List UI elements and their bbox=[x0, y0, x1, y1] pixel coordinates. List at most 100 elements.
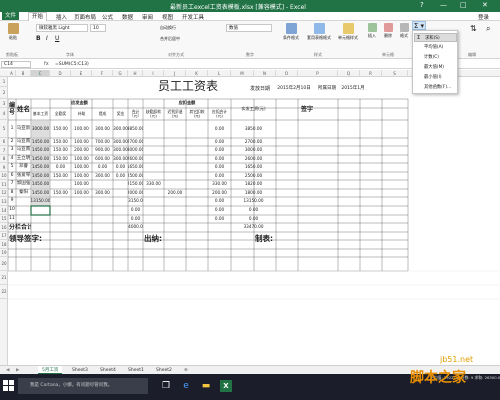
cell-value[interactable]: 2700.00 bbox=[231, 138, 276, 146]
cell-value[interactable]: 100.00 bbox=[71, 155, 92, 163]
period-value[interactable]: 2015年1月 bbox=[338, 85, 368, 93]
row-header-16[interactable]: 16 bbox=[0, 223, 8, 232]
paste-button[interactable]: 粘贴 bbox=[4, 23, 22, 41]
cell-value[interactable]: 1650.00 bbox=[231, 163, 276, 172]
column-header-n[interactable]: N bbox=[254, 70, 276, 77]
column-header-a[interactable]: A bbox=[8, 70, 16, 77]
cell-value[interactable]: 1450.00 bbox=[31, 172, 50, 180]
merge-center-button[interactable]: 合并后居中 bbox=[160, 36, 180, 42]
cell-value[interactable]: 2700.00 bbox=[128, 138, 143, 146]
worksheet[interactable]: 员工工资表 发放日期 2015年2月10日 所属日期 2015年1月 编号 姓名 应发金额 应扣… bbox=[8, 77, 500, 365]
cell-value[interactable]: 100.00 bbox=[71, 180, 92, 189]
sort-filter-icon[interactable]: ⇅ bbox=[470, 24, 477, 33]
file-explorer-icon[interactable]: ▬ bbox=[200, 380, 212, 392]
cortana-search[interactable]: 我是 Cortana，小娜。有问题尽管问我。 bbox=[18, 378, 148, 394]
cell-no[interactable]: 2 bbox=[8, 138, 16, 146]
cell-no[interactable]: 10 bbox=[8, 206, 16, 215]
header-no[interactable]: 编号 bbox=[8, 99, 16, 120]
autosum-item-4[interactable]: 最大值(M) bbox=[414, 63, 457, 72]
header-real-pay[interactable]: 实发工资(元) bbox=[231, 99, 276, 120]
menu-file[interactable]: 文件 bbox=[2, 12, 20, 20]
cell-value[interactable]: 0.00 bbox=[208, 120, 231, 138]
cell-value[interactable]: 3000.00 bbox=[231, 146, 276, 155]
cell-value[interactable]: 0.00 bbox=[50, 163, 71, 172]
row-header-8[interactable]: 8 bbox=[0, 155, 8, 163]
cell-name[interactable]: 郭国强 bbox=[16, 180, 31, 189]
cell-value[interactable]: 700.00 bbox=[92, 138, 113, 146]
cell-value[interactable]: 2000.00 bbox=[128, 189, 143, 197]
close-button[interactable]: ✕ bbox=[482, 1, 488, 9]
subheader-8[interactable]: 迟到早退(元) bbox=[164, 108, 186, 120]
header-sign[interactable]: 签字 bbox=[276, 99, 338, 120]
name-box[interactable]: C14 bbox=[1, 61, 31, 68]
subheader-5[interactable]: 奖金 bbox=[113, 108, 128, 120]
cell-value[interactable]: 300.00 bbox=[113, 146, 128, 155]
cell-value[interactable]: 1450.00 bbox=[31, 163, 50, 172]
active-cell[interactable] bbox=[30, 205, 51, 216]
subheader-9[interactable]: 其它扣款(元) bbox=[186, 108, 208, 120]
cell-value[interactable]: 3000.00 bbox=[31, 120, 50, 138]
cell-value[interactable]: 600.00 bbox=[92, 155, 113, 163]
row-header-6[interactable]: 6 bbox=[0, 138, 8, 146]
number-format-select[interactable]: 数值 bbox=[226, 24, 272, 32]
format-cells-button[interactable]: 格式 bbox=[398, 23, 410, 39]
header-pay-group[interactable]: 应发金额 bbox=[31, 99, 128, 108]
footer-cashier[interactable]: 出纳: bbox=[143, 232, 203, 245]
subheader-7[interactable]: 缺勤扣款(元) bbox=[143, 108, 164, 120]
cell-value[interactable]: 0.00 bbox=[231, 206, 276, 215]
column-header-h[interactable]: H bbox=[128, 70, 143, 77]
maximize-button[interactable]: □ bbox=[460, 1, 467, 9]
cell-value[interactable]: 13150.00 bbox=[128, 197, 143, 206]
cell-value[interactable]: 0.00 bbox=[208, 215, 231, 223]
autosum-item-3[interactable]: 计数(C) bbox=[414, 53, 457, 62]
header-name[interactable]: 姓名 bbox=[16, 99, 31, 120]
menu-page-layout[interactable]: 页面布局 bbox=[74, 13, 96, 21]
cell-value[interactable]: 1650.00 bbox=[128, 163, 143, 172]
cell-value[interactable]: 300.00 bbox=[113, 120, 128, 138]
cell-value[interactable]: 330.00 bbox=[208, 180, 231, 189]
row-header-21[interactable]: 21 bbox=[0, 271, 8, 285]
row-header-4[interactable]: 4 bbox=[0, 108, 8, 120]
italic-button[interactable]: I bbox=[46, 35, 48, 42]
cell-value[interactable]: 900.00 bbox=[92, 146, 113, 155]
column-header-p[interactable]: P bbox=[298, 70, 338, 77]
cell-value[interactable]: 1450.00 bbox=[31, 180, 50, 189]
menu-home[interactable]: 开始 bbox=[28, 12, 48, 21]
cell-value[interactable]: 150.00 bbox=[50, 189, 71, 197]
cell-value[interactable]: 0.00 bbox=[208, 155, 231, 163]
autosum-item-1[interactable]: Σ 求和(S) bbox=[414, 33, 457, 42]
cell-no[interactable]: 9 bbox=[8, 197, 16, 206]
cell-name[interactable]: 邓睿 bbox=[16, 163, 31, 172]
formula-input[interactable]: =SUM(C5:C13) bbox=[55, 61, 89, 68]
footer-leader[interactable]: 领导签字: bbox=[8, 232, 88, 245]
cell-value[interactable]: 300.00 bbox=[113, 138, 128, 146]
column-header-f[interactable]: F bbox=[92, 70, 113, 77]
cell-value[interactable]: 150.00 bbox=[50, 155, 71, 163]
autosum-button[interactable]: Σ ▾ bbox=[412, 21, 426, 30]
cell-value[interactable]: 300.00 bbox=[92, 189, 113, 197]
subheader-1[interactable]: 基本工资 bbox=[31, 108, 50, 120]
cell-value[interactable]: 300.00 bbox=[92, 120, 113, 138]
column-header-r[interactable]: R bbox=[360, 70, 382, 77]
cell-value[interactable]: 100.00 bbox=[71, 189, 92, 197]
cell-value[interactable]: 2500.00 bbox=[231, 172, 276, 180]
cell-name[interactable]: 张爱琴 bbox=[16, 172, 31, 180]
subtotal-total[interactable]: 34000.00 bbox=[128, 223, 143, 232]
sheet-title[interactable]: 员工工资表 bbox=[128, 77, 248, 95]
help-button[interactable]: ? bbox=[420, 1, 424, 9]
column-header-i[interactable]: I bbox=[143, 70, 164, 77]
row-header-11[interactable]: 11 bbox=[0, 180, 8, 189]
font-name-select[interactable]: 微软雅黑 Light bbox=[36, 24, 88, 32]
cell-value[interactable]: 0.00 bbox=[208, 163, 231, 172]
cell-value[interactable]: 200.00 bbox=[71, 146, 92, 155]
subheader-6[interactable]: 合计（元） bbox=[128, 108, 143, 120]
cell-value[interactable]: 100.00 bbox=[71, 172, 92, 180]
column-header-g[interactable]: G bbox=[113, 70, 128, 77]
row-header-3[interactable]: 3 bbox=[0, 99, 8, 108]
format-table-button[interactable]: 套用表格格式 bbox=[306, 23, 332, 41]
subheader-3[interactable]: 补助 bbox=[71, 108, 92, 120]
cell-no[interactable]: 4 bbox=[8, 155, 16, 163]
row-header-20[interactable]: 20 bbox=[0, 257, 8, 271]
column-header-k[interactable]: K bbox=[186, 70, 208, 77]
find-select-icon[interactable]: ⌕ bbox=[486, 24, 490, 34]
